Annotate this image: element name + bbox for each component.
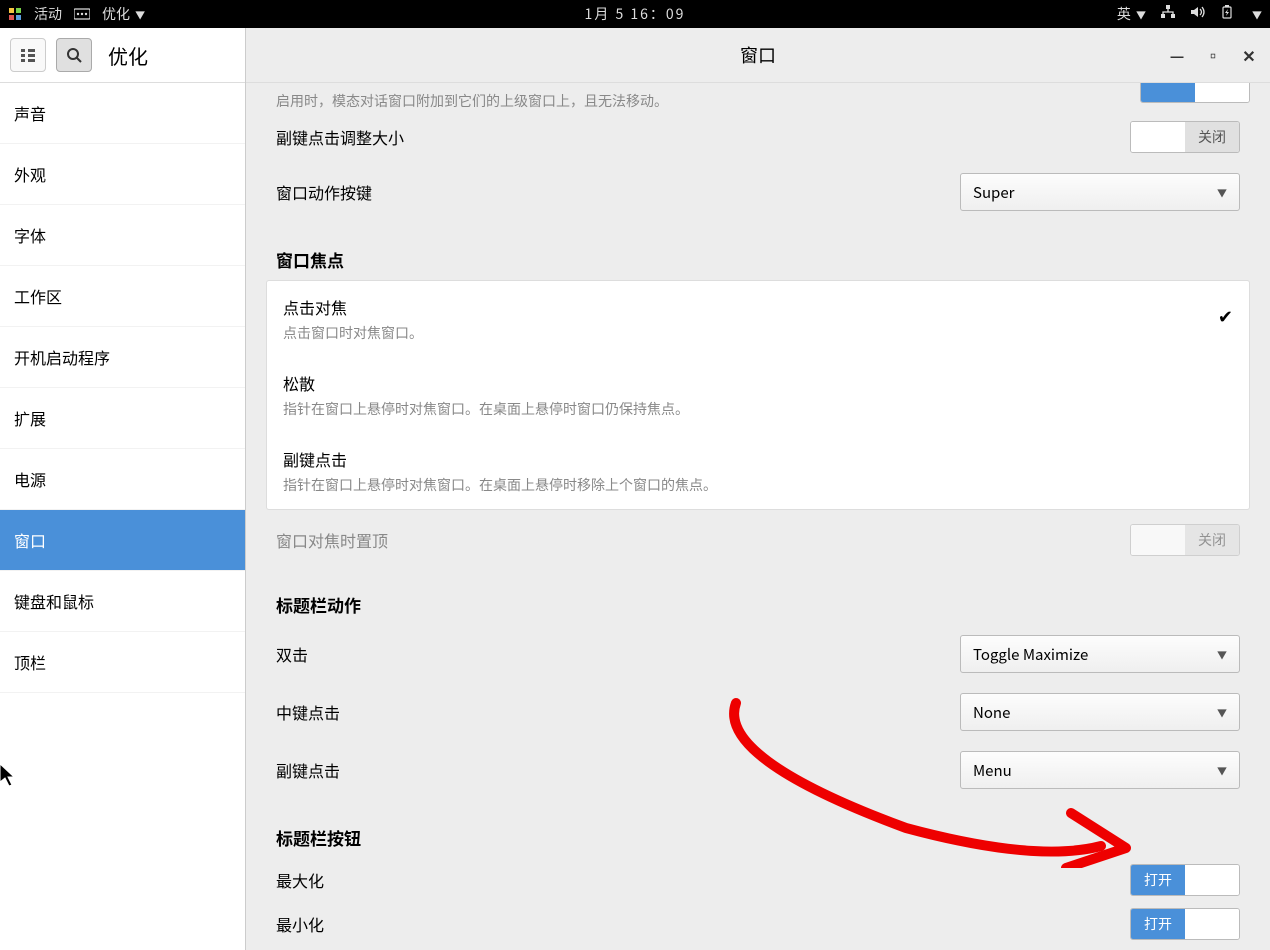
dblclick-label: 双击 bbox=[276, 642, 308, 666]
maximize-btn-toggle[interactable]: 打开 bbox=[1130, 864, 1240, 896]
system-menu-arrow[interactable]: ▼ bbox=[1252, 7, 1262, 22]
focus-option-secondary[interactable]: 副键点击 指针在窗口上悬停时对焦窗口。在桌面上悬停时移除上个窗口的焦点。 bbox=[267, 433, 1249, 509]
secclick-combo[interactable]: Menu▼ bbox=[960, 751, 1240, 789]
main-panel: 窗口 — ▫ ✕ 启用时，模态对话窗口附加到它们的上级窗口上，且无法移动。 副键… bbox=[246, 28, 1270, 950]
app-window: 优化 声音 外观 字体 工作区 开机启动程序 扩展 电源 窗口 键盘和鼠标 顶栏… bbox=[0, 28, 1270, 950]
raise-on-focus-toggle: 关闭 bbox=[1130, 524, 1240, 556]
ime-indicator[interactable]: 英 ▼ bbox=[1117, 4, 1146, 24]
sidebar-item-extensions[interactable]: 扩展 bbox=[0, 388, 245, 449]
main-header: 窗口 — ▫ ✕ bbox=[246, 28, 1270, 83]
titlebar-btn-section-title: 标题栏按钮 bbox=[276, 825, 1250, 850]
battery-icon[interactable] bbox=[1220, 4, 1236, 24]
midclick-combo[interactable]: None▼ bbox=[960, 693, 1240, 731]
minimize-btn-toggle[interactable]: 打开 bbox=[1130, 908, 1240, 940]
search-button[interactable] bbox=[56, 38, 92, 72]
menu-button[interactable] bbox=[10, 38, 46, 72]
clock[interactable]: 1月 5 16：09 bbox=[585, 4, 686, 24]
resize-secondary-toggle[interactable]: 关闭 bbox=[1130, 121, 1240, 153]
dblclick-combo[interactable]: Toggle Maximize▼ bbox=[960, 635, 1240, 673]
sidebar-title: 优化 bbox=[108, 41, 148, 70]
secclick-label: 副键点击 bbox=[276, 758, 340, 782]
resize-secondary-label: 副键点击调整大小 bbox=[276, 125, 404, 149]
system-topbar: 活动 优化 ▼ 1月 5 16：09 英 ▼ ▼ bbox=[0, 0, 1270, 28]
action-key-combo[interactable]: Super▼ bbox=[960, 173, 1240, 211]
sidebar-item-keyboard[interactable]: 键盘和鼠标 bbox=[0, 571, 245, 632]
raise-on-focus-label: 窗口对焦时置顶 bbox=[276, 528, 388, 552]
minimize-btn-label: 最小化 bbox=[276, 912, 324, 936]
mouse-cursor-icon bbox=[0, 764, 18, 788]
sidebar-item-windows[interactable]: 窗口 bbox=[0, 510, 245, 571]
activities-label[interactable]: 活动 bbox=[34, 4, 62, 24]
focus-option-click[interactable]: 点击对焦 点击窗口时对焦窗口。 ✔ bbox=[267, 281, 1249, 357]
modal-attach-toggle[interactable] bbox=[1140, 83, 1250, 103]
sidebar-item-startup[interactable]: 开机启动程序 bbox=[0, 327, 245, 388]
focus-section-title: 窗口焦点 bbox=[276, 247, 1250, 272]
main-title: 窗口 bbox=[740, 42, 776, 68]
sidebar-item-power[interactable]: 电源 bbox=[0, 449, 245, 510]
activities-icon bbox=[8, 7, 22, 21]
sidebar-header: 优化 bbox=[0, 28, 245, 83]
sidebar-item-appearance[interactable]: 外观 bbox=[0, 144, 245, 205]
minimize-window-button[interactable]: — bbox=[1168, 46, 1186, 64]
sidebar-item-sound[interactable]: 声音 bbox=[0, 83, 245, 144]
maximize-window-button[interactable]: ▫ bbox=[1204, 46, 1222, 64]
focus-mode-list: 点击对焦 点击窗口时对焦窗口。 ✔ 松散 指针在窗口上悬停时对焦窗口。在桌面上悬… bbox=[266, 280, 1250, 510]
modal-attach-desc: 启用时，模态对话窗口附加到它们的上级窗口上，且无法移动。 bbox=[276, 91, 1250, 111]
check-icon: ✔ bbox=[1218, 303, 1233, 329]
titlebar-action-section-title: 标题栏动作 bbox=[276, 592, 1250, 617]
sidebar: 优化 声音 外观 字体 工作区 开机启动程序 扩展 电源 窗口 键盘和鼠标 顶栏 bbox=[0, 28, 246, 950]
sidebar-item-workspaces[interactable]: 工作区 bbox=[0, 266, 245, 327]
content-area: 启用时，模态对话窗口附加到它们的上级窗口上，且无法移动。 副键点击调整大小 关闭… bbox=[246, 83, 1270, 950]
app-indicator-icon bbox=[74, 7, 90, 21]
volume-icon[interactable] bbox=[1190, 4, 1206, 24]
close-window-button[interactable]: ✕ bbox=[1240, 46, 1258, 64]
focus-option-sloppy[interactable]: 松散 指针在窗口上悬停时对焦窗口。在桌面上悬停时窗口仍保持焦点。 bbox=[267, 357, 1249, 433]
app-name-label[interactable]: 优化 ▼ bbox=[102, 4, 145, 24]
midclick-label: 中键点击 bbox=[276, 700, 340, 724]
sidebar-item-topbar[interactable]: 顶栏 bbox=[0, 632, 245, 693]
network-icon[interactable] bbox=[1160, 4, 1176, 24]
sidebar-item-fonts[interactable]: 字体 bbox=[0, 205, 245, 266]
action-key-label: 窗口动作按键 bbox=[276, 180, 372, 204]
maximize-btn-label: 最大化 bbox=[276, 868, 324, 892]
